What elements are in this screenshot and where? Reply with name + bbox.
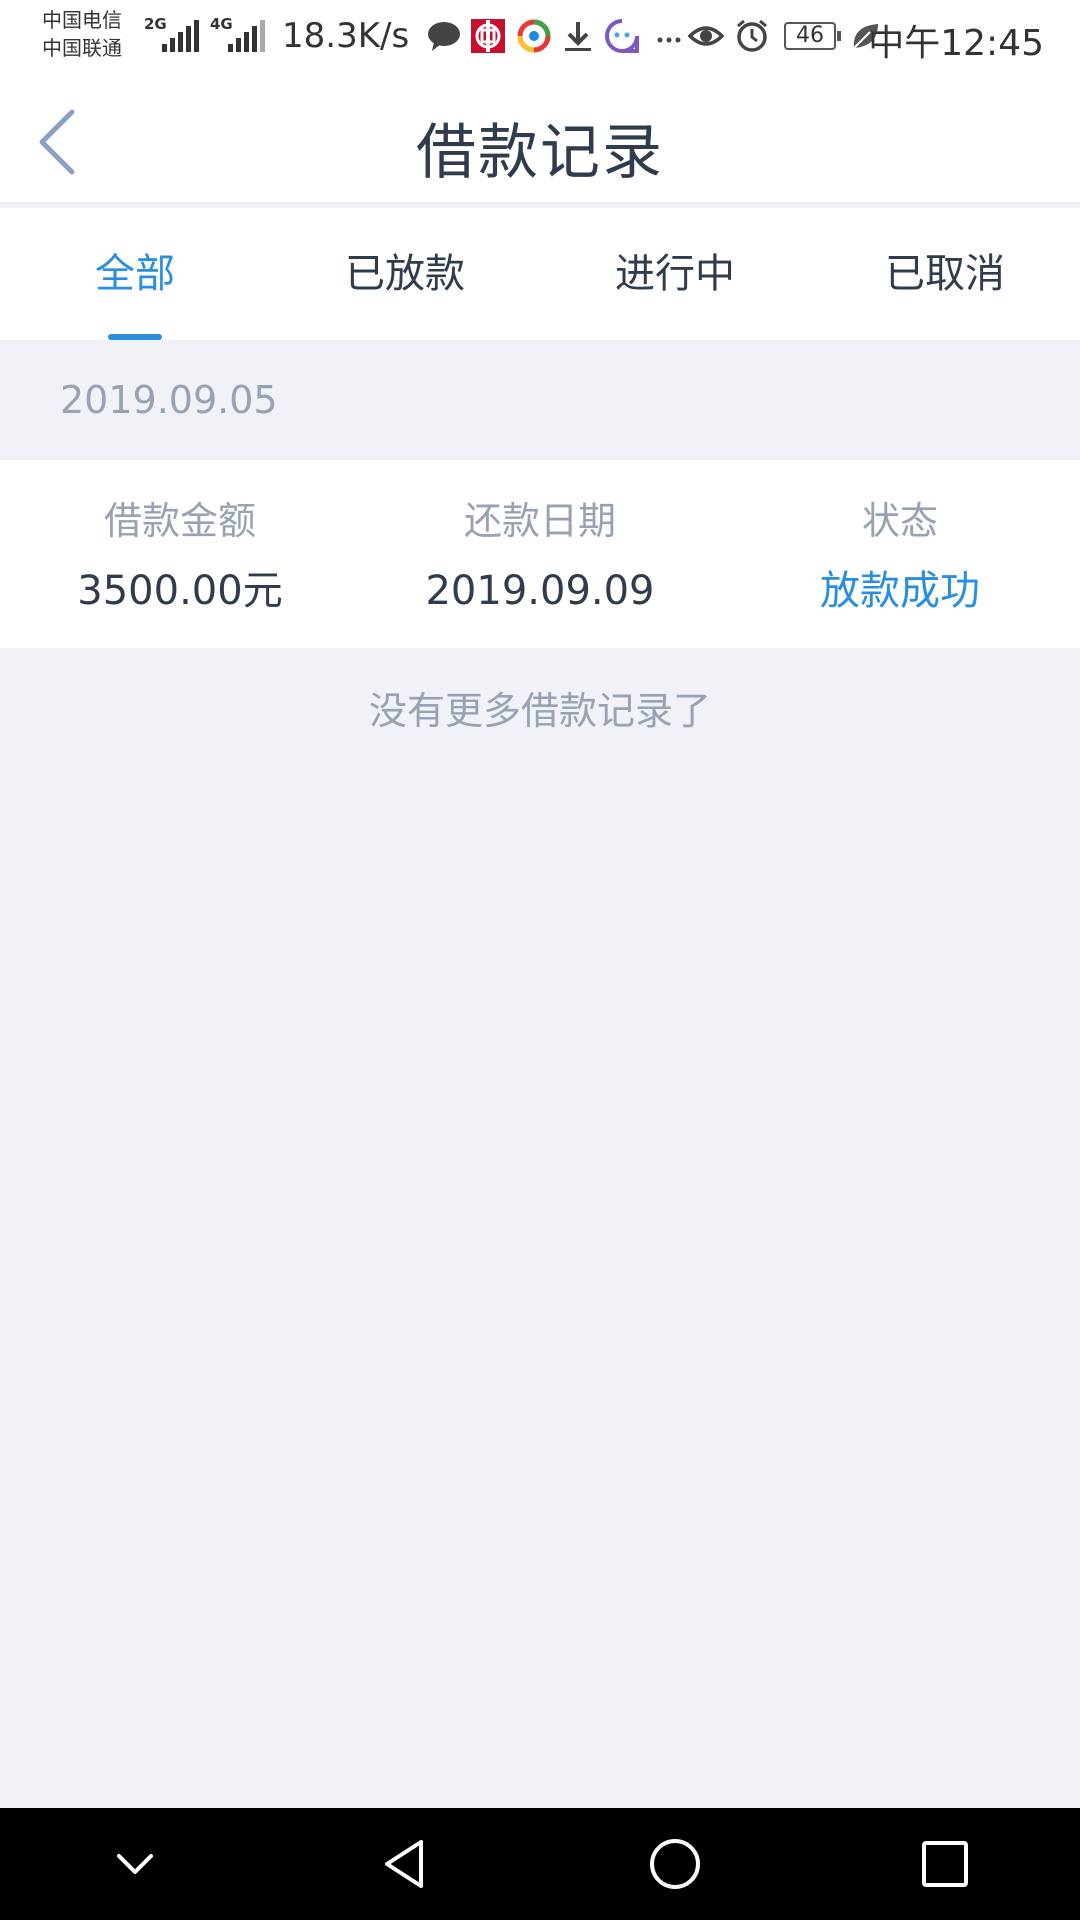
- due-date-column: 还款日期 2019.09.09: [360, 460, 720, 648]
- tab-label: 全部: [95, 251, 175, 297]
- nav-home-button[interactable]: [635, 1824, 715, 1904]
- nav-recents-button[interactable]: [905, 1824, 985, 1904]
- page-title: 借款记录: [416, 118, 664, 188]
- status-label: 状态: [861, 499, 938, 543]
- status-badge: 放款成功: [820, 568, 980, 614]
- signal-strength-1-icon: [162, 18, 199, 52]
- tab-label: 已放款: [345, 251, 465, 297]
- carrier-names: 中国电信 中国联通: [42, 6, 122, 62]
- nav-back-button[interactable]: [365, 1824, 445, 1904]
- status-column: 状态 放款成功: [720, 460, 1080, 648]
- tab-disbursed[interactable]: 已放款: [270, 208, 540, 340]
- loan-amount: 3500.00元: [77, 568, 283, 614]
- tab-all[interactable]: 全部: [0, 208, 270, 340]
- clock: 中午12:45: [868, 23, 1044, 64]
- tab-bar: 全部 已放款 进行中 已取消: [0, 208, 1080, 340]
- signal-strength-2-icon: [228, 18, 265, 52]
- bank-icon: [471, 19, 505, 53]
- network-speed: 18.3K/s: [282, 16, 410, 56]
- due-date: 2019.09.09: [425, 568, 655, 614]
- screen: 中国电信 中国联通 2G 4G 18.3K/s 46 中午12:45 借款记录 …: [0, 0, 1080, 1920]
- chevron-down-icon: [117, 1854, 153, 1874]
- chat-app-icon: [605, 19, 639, 53]
- download-icon: [565, 22, 591, 51]
- square-recents-icon: [922, 1841, 968, 1887]
- loan-record-card[interactable]: 借款金额 3500.00元 还款日期 2019.09.09 状态 放款成功: [0, 460, 1080, 648]
- amount-label: 借款金额: [103, 499, 256, 543]
- circle-home-icon: [650, 1839, 700, 1889]
- record-date-header: 2019.09.05: [0, 340, 1080, 460]
- record-date: 2019.09.05: [60, 378, 278, 422]
- battery-indicator: 46: [784, 22, 841, 50]
- system-nav-bar: [0, 1808, 1080, 1920]
- tab-label: 进行中: [615, 251, 735, 297]
- due-date-label: 还款日期: [463, 499, 616, 543]
- no-more-records-text: 没有更多借款记录了: [368, 689, 711, 733]
- triangle-back-icon: [385, 1840, 423, 1888]
- message-icon: [428, 22, 460, 51]
- app-header: 借款记录: [0, 76, 1080, 204]
- browser-icon: [517, 19, 551, 53]
- carrier-1: 中国电信: [42, 8, 122, 32]
- carrier-2: 中国联通: [42, 36, 122, 60]
- more-icon: [657, 37, 681, 43]
- hide-nav-button[interactable]: [95, 1824, 175, 1904]
- eye-icon: [688, 26, 724, 46]
- tab-in-progress[interactable]: 进行中: [540, 208, 810, 340]
- alarm-icon: [737, 19, 767, 52]
- tab-cancelled[interactable]: 已取消: [810, 208, 1080, 340]
- amount-column: 借款金额 3500.00元: [0, 460, 360, 648]
- tab-label: 已取消: [885, 251, 1005, 297]
- status-bar: 中国电信 中国联通 2G 4G 18.3K/s 46 中午12:45: [0, 0, 1080, 76]
